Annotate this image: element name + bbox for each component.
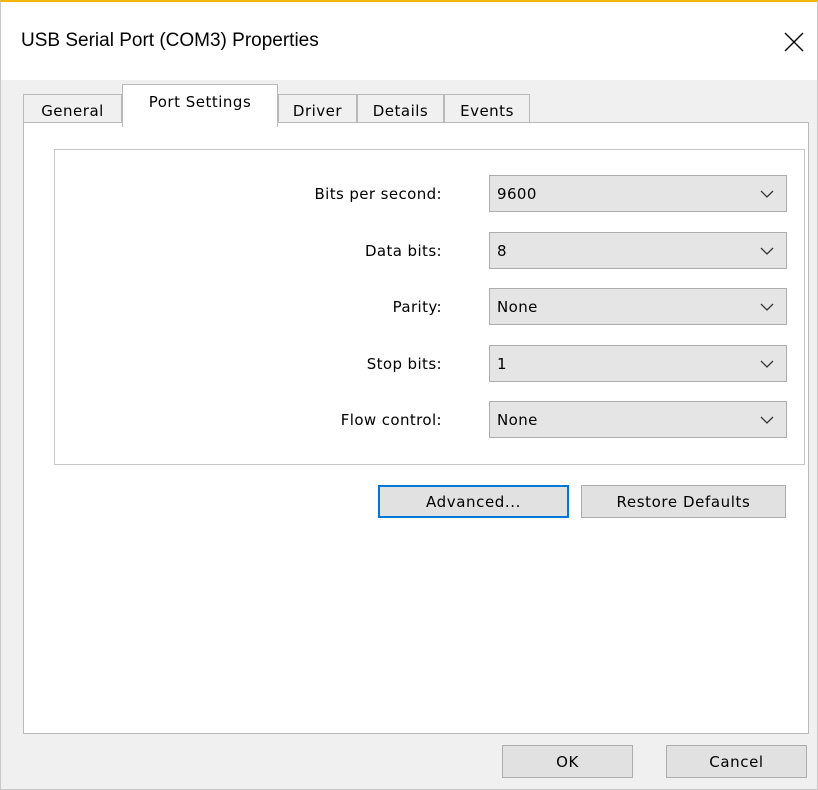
select-value: None xyxy=(497,411,538,429)
tab-label: Driver xyxy=(292,101,343,120)
close-icon xyxy=(784,32,804,52)
chevron-down-icon xyxy=(760,247,774,255)
select-value: 1 xyxy=(497,355,507,373)
tab-label: Events xyxy=(460,101,514,120)
close-button[interactable] xyxy=(771,20,817,64)
stop-bits-label: Stop bits: xyxy=(366,355,442,373)
select-value: 9600 xyxy=(497,185,537,203)
tab-strip: General Port Settings Driver Details Eve… xyxy=(1,80,817,127)
stop-bits-select[interactable]: 1 xyxy=(489,345,787,382)
title-bar: USB Serial Port (COM3) Properties xyxy=(1,2,817,80)
settings-group: Bits per second: 9600 Data bits: 8 Parit… xyxy=(54,149,805,465)
tab-label: Port Settings xyxy=(148,93,252,111)
properties-dialog: USB Serial Port (COM3) Properties Genera… xyxy=(0,0,818,790)
chevron-down-icon xyxy=(760,303,774,311)
bits-per-second-select[interactable]: 9600 xyxy=(489,175,787,212)
chevron-down-icon xyxy=(760,360,774,368)
ok-button[interactable]: OK xyxy=(502,745,633,778)
tab-label: General xyxy=(41,101,104,120)
select-value: None xyxy=(497,298,538,316)
chevron-down-icon xyxy=(760,190,774,198)
parity-label: Parity: xyxy=(392,298,442,316)
flow-control-select[interactable]: None xyxy=(489,401,787,438)
cancel-button[interactable]: Cancel xyxy=(666,745,807,778)
chevron-down-icon xyxy=(760,416,774,424)
window-title: USB Serial Port (COM3) Properties xyxy=(21,30,319,51)
bits-per-second-label: Bits per second: xyxy=(314,185,442,203)
parity-select[interactable]: None xyxy=(489,288,787,325)
data-bits-select[interactable]: 8 xyxy=(489,232,787,269)
data-bits-label: Data bits: xyxy=(364,242,442,260)
restore-defaults-button[interactable]: Restore Defaults xyxy=(581,485,786,518)
port-settings-panel: Bits per second: 9600 Data bits: 8 Parit… xyxy=(23,122,809,734)
select-value: 8 xyxy=(497,242,507,260)
tab-label: Details xyxy=(372,101,429,120)
advanced-button[interactable]: Advanced... xyxy=(378,485,569,518)
tab-port-settings[interactable]: Port Settings xyxy=(122,84,278,127)
flow-control-label: Flow control: xyxy=(340,411,442,429)
